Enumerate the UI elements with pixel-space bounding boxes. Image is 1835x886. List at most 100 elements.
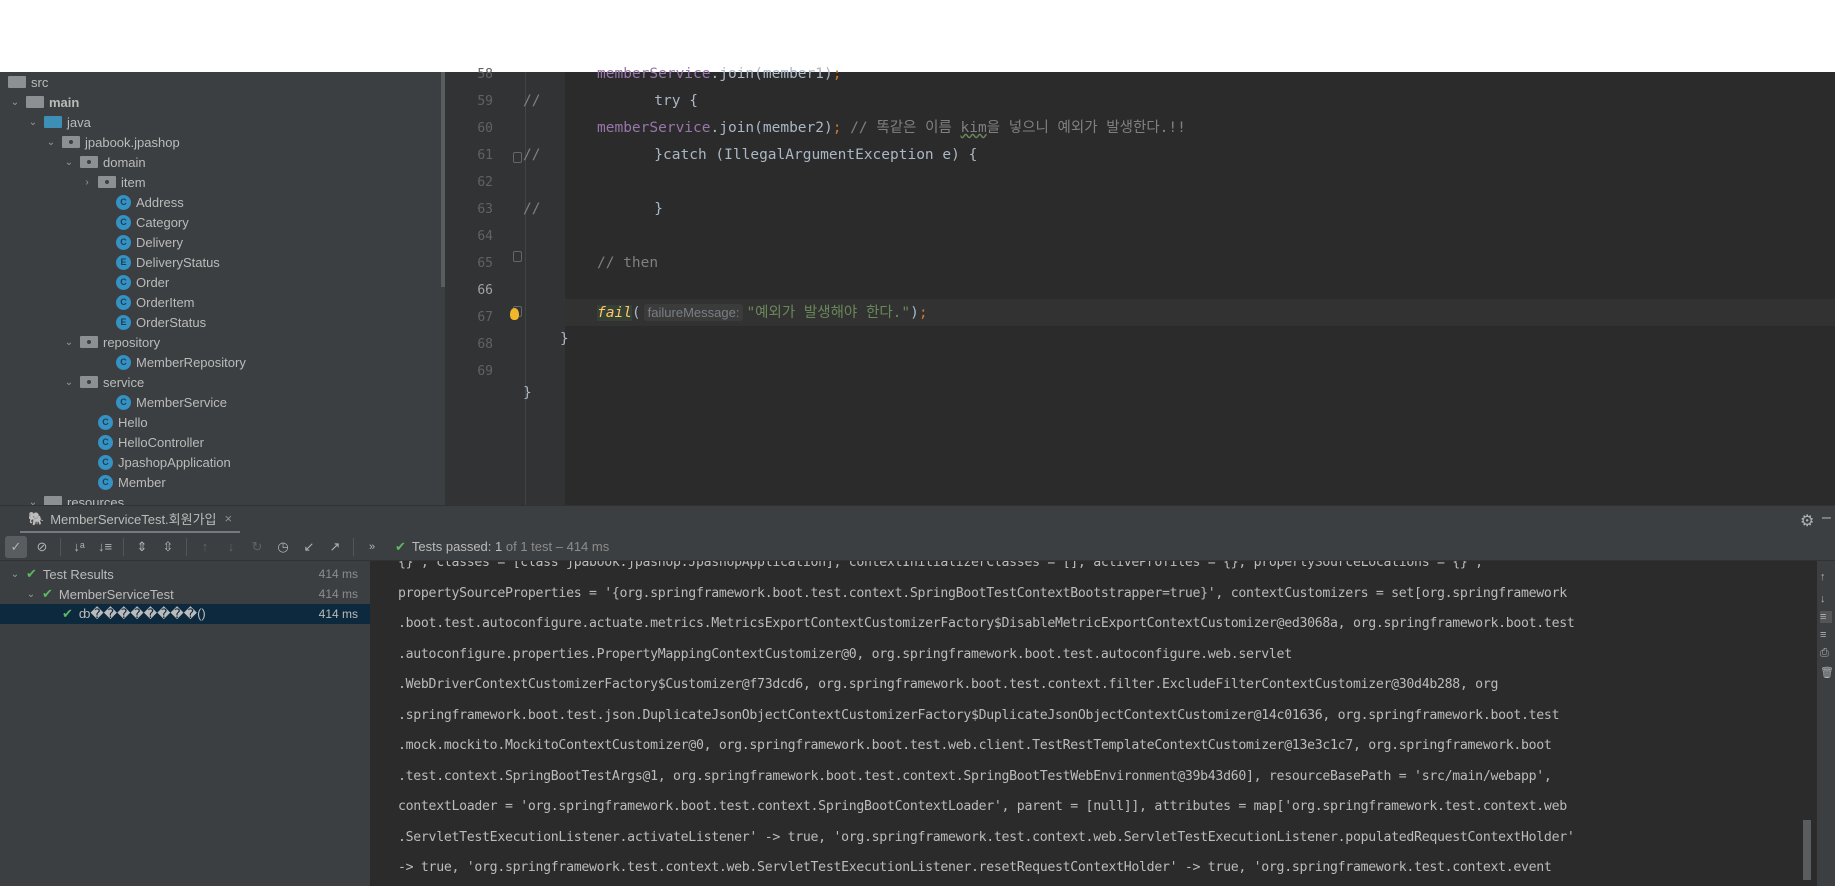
next-failed-button[interactable]: ↓ — [220, 536, 242, 558]
tree-node-label: MemberRepository — [136, 354, 246, 370]
tree-node[interactable]: ⌄ resources — [26, 492, 124, 505]
export-tests-button[interactable]: ↗ — [324, 536, 346, 558]
line-number: 67 — [477, 310, 493, 325]
project-tree[interactable]: ⌄ src ⌄ main ⌄ java ⌄ jpabook.jpashop ⌄ domain › it… — [0, 72, 445, 505]
folder-icon — [80, 156, 98, 168]
tree-node[interactable]: ⌄ src — [0, 72, 48, 92]
test-row-class[interactable]: ⌄ ✔ MemberServiceTest 414 ms — [0, 584, 370, 604]
print-icon[interactable]: ⎙ — [1820, 647, 1832, 660]
tree-node[interactable]: ⌄ domain — [62, 152, 146, 172]
line-number: 64 — [477, 229, 493, 244]
tree-node[interactable]: E OrderStatus — [98, 312, 206, 332]
gradle-icon: 🐘 — [28, 510, 45, 526]
tree-node[interactable]: C Hello — [80, 412, 148, 432]
console-side-toolbar: ↑ ↓ ≡ ≡ ⎙ 🗑 — [1817, 561, 1835, 886]
tree-node[interactable]: C OrderItem — [98, 292, 195, 312]
code-token: // — [523, 93, 541, 109]
tree-node-label: OrderStatus — [136, 314, 207, 330]
tree-node[interactable]: C Delivery — [98, 232, 183, 252]
test-toolbar: ✓ ⊘ ↓ᵃ ↓≡ ⇕ ⇳ ↑ ↓ ↻ ◷ ↙ ↗ » ✔ Tests pass… — [0, 533, 1835, 561]
test-results-tree[interactable]: ⌄ ✔ Test Results 414 ms ⌄ ✔ MemberServiceTest… — [0, 561, 370, 886]
tree-node[interactable]: C Address — [98, 192, 184, 212]
code-token: // — [523, 201, 541, 217]
line-number: 60 — [477, 121, 493, 136]
chevron-right-icon[interactable]: › — [80, 177, 94, 188]
tree-node[interactable]: C JpashopApplication — [80, 452, 231, 472]
previous-failed-button[interactable]: ↑ — [194, 536, 216, 558]
console-scrollbar[interactable] — [1803, 820, 1811, 880]
code-token: ; — [918, 305, 928, 321]
tree-node[interactable]: ⌄ repository — [62, 332, 160, 352]
test-history-button[interactable]: ◷ — [272, 536, 294, 558]
console-output[interactable]: {}', classes = [class jpabook.jpashop.Jp… — [372, 561, 1817, 886]
collapse-all-button[interactable]: ⇳ — [157, 536, 179, 558]
soft-wrap-icon[interactable]: ≡ — [1820, 611, 1832, 623]
class-icon: C — [98, 434, 113, 450]
test-row-method[interactable]: ✔ ȸ��������() 414 ms — [0, 604, 370, 624]
folder-icon — [80, 376, 98, 388]
sort-by-duration-button[interactable]: ↓≡ — [94, 536, 116, 558]
minimize-icon[interactable]: – — [1822, 509, 1831, 527]
tree-node[interactable]: C MemberService — [98, 392, 227, 412]
code-line-63: // } — [523, 196, 663, 223]
down-arrow-icon[interactable]: ↓ — [1820, 593, 1832, 605]
chevron-down-icon[interactable]: ⌄ — [26, 117, 40, 128]
code-line-61: // }catch (IllegalArgumentException e) { — [523, 142, 977, 169]
scroll-to-end-icon[interactable]: ≡ — [1820, 629, 1832, 641]
chevron-down-icon[interactable]: ⌄ — [0, 77, 4, 88]
line-number: 61 — [477, 148, 493, 163]
code-line-59: // try { — [523, 88, 698, 115]
tree-node[interactable]: C Member — [80, 472, 166, 492]
folder-icon — [8, 76, 26, 88]
import-tests-button[interactable]: ↙ — [298, 536, 320, 558]
run-tab-label: MemberServiceTest.회원가입 — [50, 512, 217, 527]
tree-node[interactable]: C Category — [98, 212, 189, 232]
tree-node[interactable]: C Order — [98, 272, 169, 292]
class-icon: C — [116, 294, 131, 310]
tree-node[interactable]: ⌄ java — [26, 112, 91, 132]
code-line-60: memberService.join(member2); // 똑같은 이름 k… — [597, 115, 1186, 142]
tree-node[interactable]: C HelloController — [80, 432, 204, 452]
close-tab-icon[interactable]: × — [225, 511, 233, 526]
chevron-down-icon[interactable]: ⌄ — [62, 377, 76, 388]
code-editor[interactable]: 58 59 60 61 62 63 64 65 66 67 68 69 memberService.j… — [445, 66, 1835, 505]
fold-marker-icon[interactable] — [513, 152, 522, 163]
console-line: .test.context.SpringBootTestArgs@1, org.… — [398, 768, 1552, 784]
chevron-down-icon[interactable]: ⌄ — [8, 97, 22, 108]
tree-node-label: Address — [136, 194, 184, 210]
trash-icon[interactable]: 🗑 — [1820, 666, 1834, 679]
code-line-66: fail(failureMessage: "예외가 발생해야 한다."); — [597, 299, 928, 326]
tree-node[interactable]: E DeliveryStatus — [98, 252, 220, 272]
code-token: .join(member2) — [710, 120, 833, 136]
expand-all-button[interactable]: ⇕ — [131, 536, 153, 558]
chevron-down-icon[interactable]: ⌄ — [44, 137, 58, 148]
chevron-down-icon[interactable]: ⌄ — [62, 337, 76, 348]
show-ignored-button[interactable]: ⊘ — [31, 536, 53, 558]
tree-node[interactable]: ⌄ service — [62, 372, 144, 392]
show-passed-button[interactable]: ✓ — [5, 535, 27, 558]
run-tab[interactable]: 🐘 MemberServiceTest.회원가입 × — [20, 506, 241, 534]
folder-icon — [98, 176, 116, 188]
class-icon: C — [116, 214, 131, 230]
console-line: .mock.mockito.MockitoContextCustomizer@0… — [398, 738, 1552, 753]
tree-node[interactable]: ⌄ jpabook.jpashop — [44, 132, 180, 152]
fold-marker-icon[interactable] — [513, 251, 522, 262]
tree-node[interactable]: › item — [80, 172, 145, 192]
class-icon: C — [116, 234, 131, 250]
more-actions-button[interactable]: » — [361, 536, 383, 558]
gear-icon[interactable]: ⚙ — [1800, 511, 1814, 531]
passed-count: 1 — [495, 539, 503, 554]
code-line-69: } — [523, 385, 532, 401]
code-token: // — [523, 147, 541, 163]
run-tool-window-tabs: 🐘 MemberServiceTest.회원가입 × ⚙ – — [0, 505, 1835, 534]
rerun-failed-icon[interactable]: ↻ — [246, 536, 268, 558]
up-arrow-icon[interactable]: ↑ — [1820, 571, 1832, 583]
tree-node[interactable]: C MemberRepository — [98, 352, 246, 372]
status-prefix: Tests passed: — [411, 539, 492, 554]
lightbulb-icon[interactable] — [510, 308, 519, 320]
tree-node[interactable]: ⌄ main — [8, 92, 80, 112]
chevron-down-icon[interactable]: ⌄ — [62, 157, 76, 168]
test-row-root[interactable]: ⌄ ✔ Test Results 414 ms — [0, 564, 370, 584]
chevron-down-icon[interactable]: ⌄ — [26, 497, 40, 506]
sort-alphabetically-button[interactable]: ↓ᵃ — [68, 536, 90, 558]
